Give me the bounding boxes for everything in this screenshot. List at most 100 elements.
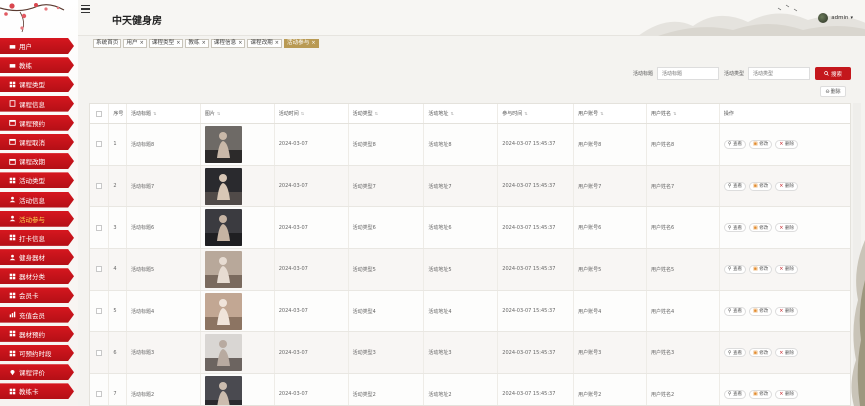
sidebar-item-16[interactable]: 可预约时段 [0, 345, 74, 361]
search-icon: ⚲ [727, 266, 732, 273]
tab-5[interactable]: 课程改期 × [247, 39, 282, 48]
table-cell: 活动地址2 [424, 374, 499, 405]
table-cell: 活动标题8 [127, 124, 201, 165]
sort-icon[interactable]: ⇅ [673, 111, 676, 116]
sort-icon[interactable]: ⇅ [524, 111, 527, 116]
activity-photo[interactable] [204, 292, 242, 330]
view-button[interactable]: ⚲ 查看 [723, 181, 747, 191]
sort-icon[interactable]: ⇅ [153, 111, 156, 116]
row-checkbox[interactable] [96, 266, 103, 273]
row-checkbox[interactable] [96, 308, 103, 315]
table-cell: 2024-03-07 15:45:37 [498, 207, 575, 249]
sidebar-item-0[interactable]: 用户 [0, 38, 74, 54]
activity-photo[interactable] [204, 209, 242, 247]
edit-button[interactable]: ▣ 修改 [749, 306, 773, 316]
edit-button[interactable]: ▣ 修改 [749, 139, 773, 149]
sidebar-item-18[interactable]: 教练卡 [0, 383, 74, 400]
row-checkbox[interactable] [96, 141, 103, 148]
close-icon[interactable]: × [311, 41, 315, 46]
sidebar-item-7[interactable]: 活动类型 [0, 172, 74, 189]
column-header[interactable]: 活动标题 ⇅ [127, 104, 201, 123]
view-button[interactable]: ⚲ 查看 [723, 139, 747, 149]
delete-button[interactable]: × 删除 [775, 348, 798, 358]
sort-icon[interactable]: ⇅ [600, 111, 603, 116]
sort-icon[interactable]: ⇅ [375, 111, 378, 116]
sort-icon[interactable]: ⇅ [217, 111, 220, 116]
close-icon[interactable]: × [238, 41, 242, 46]
column-header[interactable]: 参与时间 ⇅ [498, 104, 575, 123]
view-button[interactable]: ⚲ 查看 [723, 348, 747, 358]
tab-6[interactable]: 活动参与 × [283, 39, 319, 48]
tab-0[interactable]: 系统首页 [93, 39, 122, 48]
close-icon[interactable]: × [140, 41, 144, 46]
sidebar-item-8[interactable]: 活动信息 [0, 191, 74, 208]
activity-photo[interactable] [204, 250, 242, 288]
activity-photo[interactable] [204, 125, 242, 163]
sidebar-item-6[interactable]: 课程改期 [0, 153, 74, 170]
sidebar-item-11[interactable]: 健身器材 [0, 249, 74, 266]
delete-button[interactable]: × 删除 [775, 139, 798, 149]
user-menu[interactable]: admin ▾ [818, 13, 853, 23]
sidebar-item-12[interactable]: 器材分类 [0, 268, 74, 285]
sidebar-item-17[interactable]: 课程评价 [0, 364, 74, 381]
column-header[interactable]: 用户账号 ⇅ [574, 104, 647, 123]
sidebar-item-14[interactable]: 充值会员 [0, 306, 74, 323]
activity-photo[interactable] [204, 375, 242, 405]
close-icon[interactable]: × [176, 41, 180, 46]
edit-button[interactable]: ▣ 修改 [749, 348, 773, 358]
sidebar-item-15[interactable]: 器材预约 [0, 325, 74, 342]
view-button[interactable]: ⚲ 查看 [723, 264, 747, 274]
close-icon[interactable]: × [202, 41, 206, 46]
row-checkbox[interactable] [96, 224, 103, 231]
sidebar-item-13[interactable]: 会员卡 [0, 287, 74, 304]
column-header[interactable]: 活动时间 ⇅ [275, 104, 349, 123]
tab-3[interactable]: 教练 × [185, 39, 209, 48]
sidebar-item-10[interactable]: 打卡信息 [0, 229, 74, 246]
row-checkbox[interactable] [96, 349, 103, 356]
delete-button[interactable]: × 删除 [775, 306, 798, 316]
sidebar-item-1[interactable]: 教练 [0, 57, 74, 74]
delete-button[interactable]: × 删除 [775, 181, 798, 191]
column-header[interactable]: 用户姓名 ⇅ [647, 104, 720, 123]
tab-4[interactable]: 课程信息 × [210, 39, 246, 48]
sidebar-item-5[interactable]: 课程取消 [0, 133, 74, 150]
sidebar-item-2[interactable]: 课程类型 [0, 76, 74, 93]
view-button[interactable]: ⚲ 查看 [723, 306, 747, 316]
title-search-input[interactable] [657, 67, 720, 80]
activity-title: 活动标题8 [131, 141, 155, 148]
column-header[interactable]: 图片 ⇅ [201, 104, 275, 123]
edit-button[interactable]: ▣ 修改 [749, 389, 773, 399]
tab-2[interactable]: 课程类型 × [148, 39, 184, 48]
delete-button[interactable]: × 删除 [775, 389, 798, 399]
sidebar-item-9[interactable]: 活动参与 [0, 210, 74, 227]
search-button[interactable]: 搜索 [815, 67, 852, 80]
edit-label: 修改 [759, 309, 769, 315]
view-button[interactable]: ⚲ 查看 [723, 223, 747, 233]
close-icon[interactable]: × [275, 41, 279, 46]
row-checkbox[interactable] [96, 183, 103, 190]
edit-label: 修改 [759, 142, 769, 148]
tab-1[interactable]: 用户 × [123, 39, 147, 48]
table-cell: 活动类型2 [349, 374, 425, 405]
sidebar-item-3[interactable]: 课程信息 [0, 95, 74, 112]
edit-icon: ▣ [753, 183, 758, 190]
select-all-checkbox[interactable] [96, 110, 103, 117]
sidebar-item-4[interactable]: 课程预约 [0, 114, 74, 131]
edit-button[interactable]: ▣ 修改 [749, 223, 773, 233]
sort-icon[interactable]: ⇅ [301, 111, 304, 116]
edit-button[interactable]: ▣ 修改 [749, 264, 773, 274]
activity-photo[interactable] [204, 334, 242, 372]
edit-button[interactable]: ▣ 修改 [749, 181, 773, 191]
activity-address: 活动地址7 [428, 183, 452, 190]
type-search-input[interactable] [748, 67, 811, 80]
sort-icon[interactable]: ⇅ [450, 111, 453, 116]
column-header[interactable]: 活动类型 ⇅ [349, 104, 425, 123]
column-header[interactable]: 活动地址 ⇅ [424, 104, 499, 123]
activity-photo[interactable] [204, 167, 242, 205]
row-checkbox[interactable] [96, 391, 103, 398]
delete-button[interactable]: × 删除 [775, 264, 798, 274]
menu-toggle-icon[interactable] [81, 5, 90, 14]
view-button[interactable]: ⚲ 查看 [723, 389, 747, 399]
delete-button[interactable]: × 删除 [775, 223, 798, 233]
batch-delete-button[interactable]: ⊖ 删除 [820, 86, 846, 97]
